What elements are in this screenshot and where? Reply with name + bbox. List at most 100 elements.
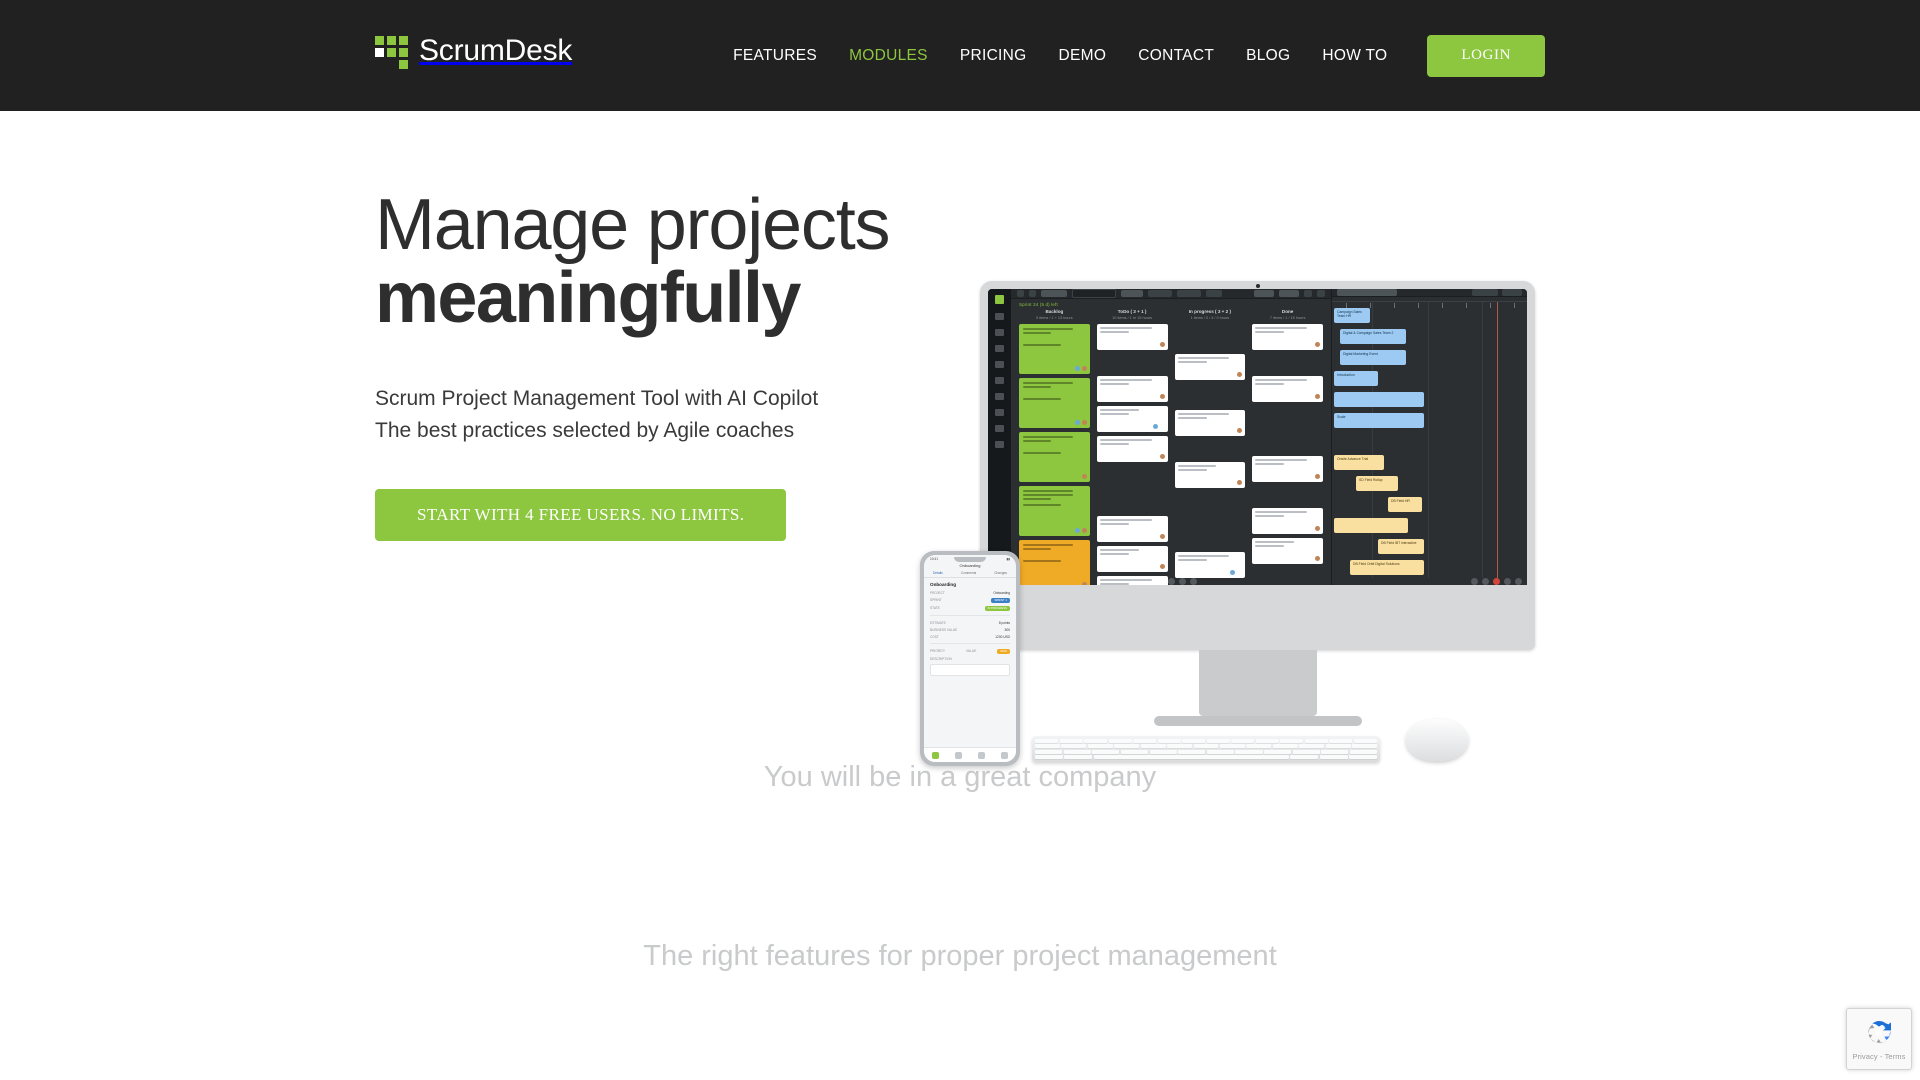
sidebar-icon-plan[interactable] bbox=[995, 361, 1004, 368]
phone-field-chip: SPRINT 1 bbox=[991, 597, 1010, 603]
kanban-task-card[interactable] bbox=[1096, 324, 1168, 350]
phone-field-value: 1200 USD bbox=[995, 634, 1010, 639]
login-button[interactable]: LOGIN bbox=[1427, 34, 1545, 77]
kanban-task-card[interactable] bbox=[1174, 354, 1246, 380]
kanban-task-card[interactable] bbox=[1096, 546, 1168, 572]
kanban-task-card[interactable] bbox=[1174, 462, 1246, 488]
recaptcha-badge[interactable]: Privacy - Terms bbox=[1846, 1008, 1912, 1070]
sidebar-icon-settings[interactable] bbox=[995, 441, 1004, 448]
phone-nav-chat-icon[interactable] bbox=[978, 751, 985, 759]
footer-help-icon[interactable] bbox=[1189, 577, 1197, 585]
gantt-bar[interactable] bbox=[1334, 392, 1424, 407]
toolbar-filter-select[interactable] bbox=[1041, 290, 1067, 297]
phone-status-icons: ▮▮ bbox=[1006, 556, 1010, 561]
gantt-title-select[interactable] bbox=[1337, 289, 1397, 296]
toolbar-export-button[interactable] bbox=[1206, 290, 1222, 297]
kanban-story-card[interactable] bbox=[1019, 432, 1090, 482]
kanban-story-card[interactable] bbox=[1019, 486, 1090, 536]
phone-nav-board-icon[interactable] bbox=[955, 751, 962, 759]
gantt-bar[interactable]: Introduction bbox=[1334, 371, 1378, 386]
nav-item-modules[interactable]: MODULES bbox=[833, 48, 944, 64]
kanban-task-card[interactable] bbox=[1096, 436, 1168, 462]
toolbar-project-select[interactable] bbox=[1177, 290, 1201, 297]
gantt-lane: Onsite Advance Trial bbox=[1332, 452, 1527, 473]
sidebar-icon-board[interactable] bbox=[995, 329, 1004, 336]
toolbar-zoom-in-icon[interactable] bbox=[1317, 290, 1325, 297]
phone-screen-title: Onboarding bbox=[959, 563, 981, 568]
footer-filter-icon[interactable] bbox=[1167, 577, 1175, 585]
gantt-footer-edit-icon[interactable] bbox=[1482, 578, 1489, 585]
gantt-footer-filter-icon[interactable] bbox=[1504, 578, 1511, 585]
gantt-bar[interactable]: SD Field Rollup bbox=[1356, 476, 1398, 491]
kanban-story-card[interactable] bbox=[1019, 378, 1090, 428]
toolbar-share-button[interactable] bbox=[1279, 290, 1299, 297]
kanban-task-card[interactable] bbox=[1174, 410, 1246, 436]
kanban-task-card[interactable] bbox=[1096, 406, 1168, 432]
sidebar-icon-roadmap[interactable] bbox=[995, 345, 1004, 352]
toolbar-menu-icon[interactable] bbox=[1017, 290, 1024, 297]
sidebar-icon-backlog[interactable] bbox=[995, 313, 1004, 320]
nav-item-features[interactable]: FEATURES bbox=[717, 48, 833, 64]
kanban-task-card[interactable] bbox=[1252, 376, 1323, 402]
toolbar-zoom-out-icon[interactable] bbox=[1304, 290, 1312, 297]
gantt-bar[interactable]: DB Field Orbit Digital Solutions bbox=[1350, 560, 1424, 575]
column-meta: 5 items / 1 + 13 hours bbox=[1036, 316, 1073, 320]
nav-item-blog[interactable]: BLOG bbox=[1230, 48, 1306, 64]
kanban-task-card[interactable] bbox=[1096, 576, 1168, 585]
kanban-column-in-progress: In progress ( 3 + 2 ) 1 items / 0 / 4 / … bbox=[1174, 309, 1246, 578]
phone-field-row: STATE IN PROGRESS bbox=[924, 604, 1016, 612]
toolbar-save-button[interactable] bbox=[1254, 290, 1274, 297]
gantt-footer-alert-icon[interactable] bbox=[1493, 578, 1500, 585]
gantt-bar[interactable]: DB Field HR bbox=[1388, 497, 1422, 512]
nav-item-contact[interactable]: CONTACT bbox=[1122, 48, 1230, 64]
kanban-task-card[interactable] bbox=[1252, 324, 1323, 350]
gantt-bar[interactable]: Scale bbox=[1334, 413, 1424, 428]
kanban-task-card[interactable] bbox=[1096, 516, 1168, 542]
nav-item-demo[interactable]: DEMO bbox=[1043, 48, 1123, 64]
phone-tab-changes[interactable]: Changes bbox=[994, 571, 1007, 575]
phone-tabs: Details Comments Changes bbox=[924, 571, 1016, 578]
gantt-bar[interactable]: DB Field IBT interactive bbox=[1378, 539, 1424, 554]
gantt-bar[interactable]: Digital Marketing Event bbox=[1340, 350, 1406, 365]
toolbar-sort-select[interactable] bbox=[1121, 290, 1143, 297]
imac-camera-icon bbox=[1255, 284, 1260, 288]
sidebar-icon-team[interactable] bbox=[995, 377, 1004, 384]
gantt-footer-zoom-icon[interactable] bbox=[1471, 578, 1478, 585]
sidebar-icon-reports[interactable] bbox=[995, 425, 1004, 432]
phone-tab-details[interactable]: Details bbox=[933, 571, 943, 575]
column-meta: 7 items / 1 / 15 hours bbox=[1269, 316, 1306, 320]
kanban-task-card[interactable] bbox=[1096, 376, 1168, 402]
brand-logo-link[interactable]: ScrumDesk bbox=[375, 31, 572, 80]
phone-nav-profile-icon[interactable] bbox=[1001, 751, 1008, 759]
hero-cta-button[interactable]: START WITH 4 FREE USERS. NO LIMITS. bbox=[375, 488, 787, 541]
gantt-footer-help-icon[interactable] bbox=[1515, 578, 1522, 585]
footer-layout-icon[interactable] bbox=[1178, 577, 1186, 585]
kanban-story-card[interactable] bbox=[1019, 324, 1090, 374]
gantt-zoom-select[interactable] bbox=[1502, 289, 1522, 296]
phone-tab-comments[interactable]: Comments bbox=[961, 571, 976, 575]
hero-inner: Manage projects meaningfully Scrum Proje… bbox=[375, 111, 1545, 766]
gantt-view-select[interactable] bbox=[1472, 289, 1498, 296]
kanban-task-card[interactable] bbox=[1252, 508, 1323, 534]
phone-description-box[interactable] bbox=[930, 664, 1010, 676]
gantt-toolbar bbox=[1332, 289, 1527, 297]
gantt-bar[interactable]: Campaign Sales Team HR bbox=[1334, 308, 1370, 323]
kanban-task-card[interactable] bbox=[1174, 552, 1246, 578]
toolbar-group-select[interactable] bbox=[1148, 290, 1172, 297]
gantt-bar[interactable] bbox=[1334, 518, 1408, 533]
kanban-task-card[interactable] bbox=[1252, 538, 1323, 564]
sidebar-icon-calendar[interactable] bbox=[995, 393, 1004, 400]
toolbar-search-input[interactable] bbox=[1072, 289, 1116, 298]
gantt-bar[interactable]: Digital & Campaign Sales Team 2 bbox=[1340, 329, 1406, 344]
column-meta: 10 items / 1 hr 15 hours bbox=[1112, 316, 1153, 320]
phone-field-row: BUSINESS VALUE 500 bbox=[924, 626, 1016, 633]
gantt-bar[interactable]: Onsite Advance Trial bbox=[1334, 455, 1384, 470]
nav-item-how-to[interactable]: HOW TO bbox=[1306, 48, 1403, 64]
sidebar-icon-metrics[interactable] bbox=[995, 409, 1004, 416]
phone-nav-home-icon[interactable] bbox=[932, 751, 939, 759]
nav-item-pricing[interactable]: PRICING bbox=[944, 48, 1043, 64]
toolbar-print-icon[interactable] bbox=[1029, 290, 1036, 297]
kanban-story-card[interactable] bbox=[1019, 540, 1090, 585]
phone-field-row: SPRINT SPRINT 1 bbox=[924, 596, 1016, 604]
kanban-task-card[interactable] bbox=[1252, 456, 1323, 482]
